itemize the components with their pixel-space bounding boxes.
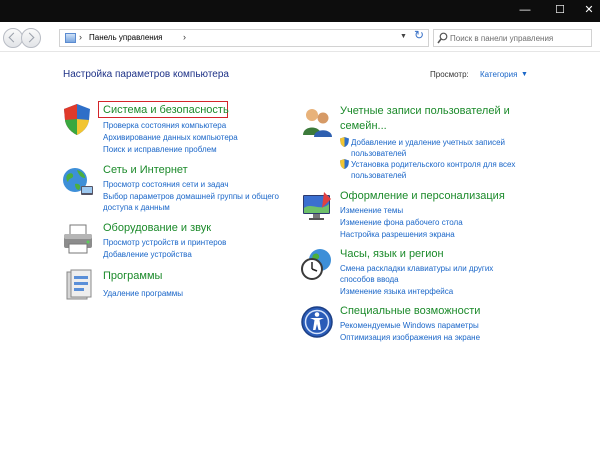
category-user-accounts-cont[interactable]: семейн... [340,120,387,132]
address-bar[interactable]: › Панель управления › [59,29,429,47]
category-programs[interactable]: Программы [103,270,162,282]
refresh-icon[interactable]: ↻ [414,28,424,42]
link-troubleshoot[interactable]: Поиск и исправление проблем [103,145,217,154]
link-uninstall-program[interactable]: Удаление программы [103,289,183,298]
users-icon[interactable] [300,105,334,139]
personalization-icon[interactable] [300,190,334,224]
link-add-remove-accounts[interactable]: Добавление и удаление учетных записей [351,138,505,147]
link-change-theme[interactable]: Изменение темы [340,206,403,215]
view-by-dropdown[interactable]: Категория [480,70,517,79]
category-ease-of-access[interactable]: Специальные возможности [340,305,480,317]
address-dropdown-arrow[interactable]: ▼ [400,33,407,40]
link-screen-resolution[interactable]: Настройка разрешения экрана [340,230,455,239]
link-devices-printers[interactable]: Просмотр устройств и принтеров [103,238,226,247]
network-globe-icon[interactable] [61,166,95,200]
category-system-security[interactable]: Система и безопасность [103,104,229,116]
link-recommended-settings[interactable]: Рекомендуемые Windows параметры [340,321,479,330]
search-icon [437,32,448,44]
shield-icon[interactable] [60,102,94,136]
category-network-internet[interactable]: Сеть и Интернет [103,164,188,176]
category-hardware-sound[interactable]: Оборудование и звук [103,222,211,234]
uac-shield-icon [340,159,349,169]
link-check-computer-status[interactable]: Проверка состояния компьютера [103,121,226,130]
link-network-status[interactable]: Просмотр состояния сети и задач [103,180,229,189]
link-homegroup-options[interactable]: Выбор параметров домашней группы и общег… [103,192,279,201]
search-box[interactable] [433,29,592,47]
breadcrumb-separator[interactable]: › [79,32,82,42]
title-bar: — ☐ ✕ [0,0,600,22]
minimize-button[interactable]: — [512,0,538,20]
link-optimize-display[interactable]: Оптимизация изображения на экране [340,333,480,342]
link-add-device[interactable]: Добавление устройства [103,250,192,259]
search-input[interactable] [450,32,590,44]
link-keyboard-layouts[interactable]: Смена раскладки клавиатуры или других [340,264,493,273]
category-appearance[interactable]: Оформление и персонализация [340,190,505,202]
link-backup-data[interactable]: Архивирование данных компьютера [103,133,238,142]
programs-icon[interactable] [62,268,96,302]
uac-shield-icon [340,137,349,147]
navigation-bar: › Панель управления › ▼ ↻ [0,22,600,52]
category-clock-language-region[interactable]: Часы, язык и регион [340,248,444,260]
accessibility-icon[interactable] [300,305,334,339]
link-parental-controls-cont[interactable]: пользователей [351,171,406,180]
page-title: Настройка параметров компьютера [63,69,229,80]
chevron-down-icon[interactable]: ▼ [521,71,528,78]
clock-globe-icon[interactable] [300,247,334,281]
printer-icon[interactable] [61,222,95,256]
close-button[interactable]: ✕ [576,0,600,20]
link-homegroup-options-cont[interactable]: доступа к данным [103,203,170,212]
view-by-label: Просмотр: [430,70,469,79]
maximize-button[interactable]: ☐ [547,0,573,20]
back-button[interactable] [3,28,23,48]
breadcrumb-separator-end[interactable]: › [183,32,186,42]
breadcrumb-control-panel[interactable]: Панель управления [89,33,163,42]
link-keyboard-layouts-cont[interactable]: способов ввода [340,275,399,284]
category-user-accounts[interactable]: Учетные записи пользователей и [340,105,510,117]
link-parental-controls[interactable]: Установка родительского контроля для все… [351,160,515,169]
link-desktop-background[interactable]: Изменение фона рабочего стола [340,218,463,227]
link-display-language[interactable]: Изменение языка интерфейса [340,287,453,296]
link-add-remove-accounts-cont[interactable]: пользователей [351,149,406,158]
control-panel-icon [65,33,76,43]
forward-button[interactable] [21,28,41,48]
